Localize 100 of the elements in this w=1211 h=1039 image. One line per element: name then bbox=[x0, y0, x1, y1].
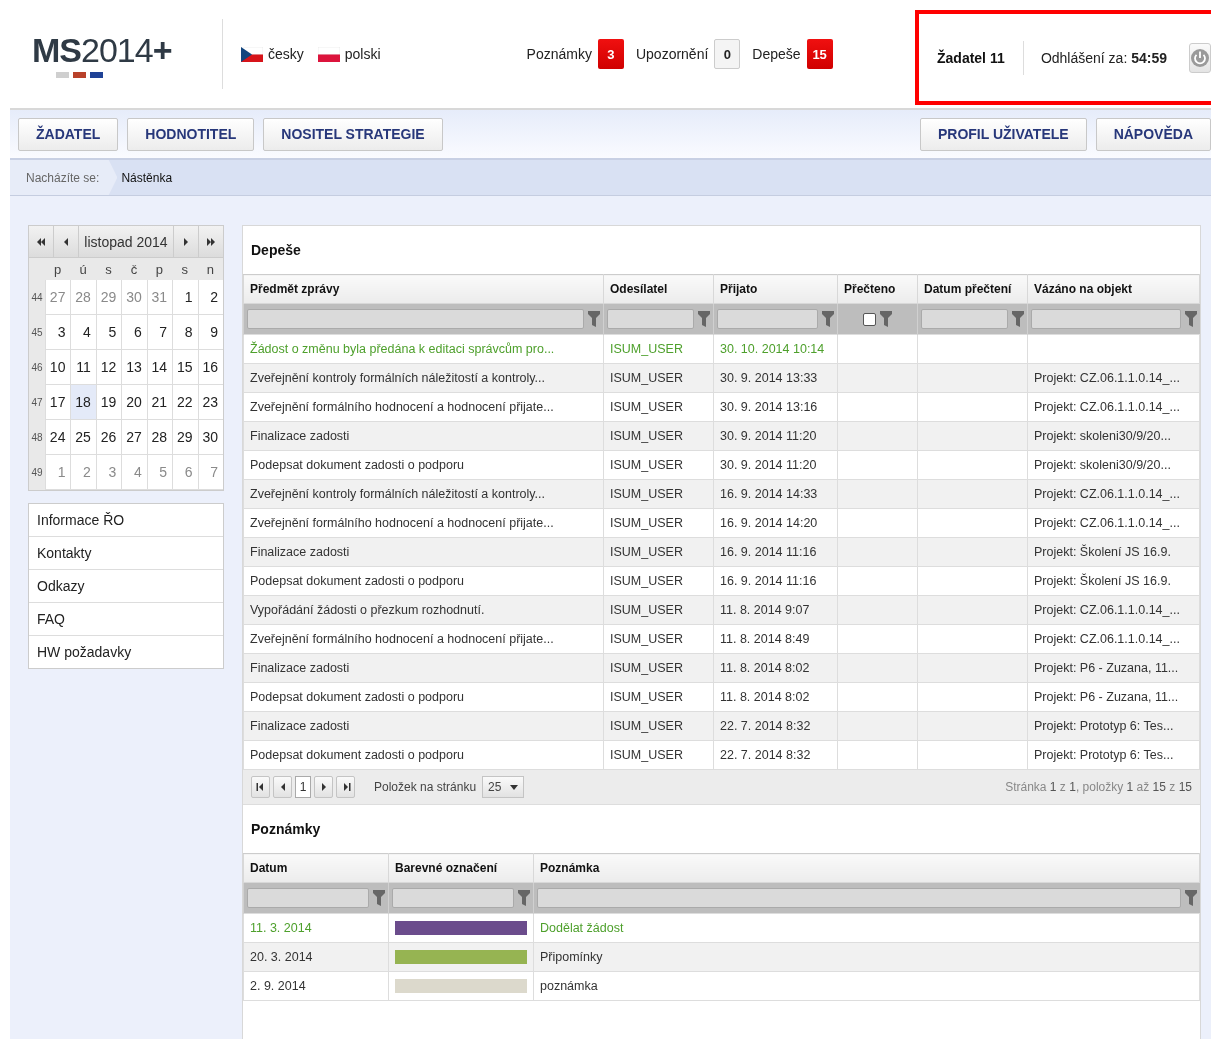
calendar-day[interactable]: 16 bbox=[197, 350, 223, 385]
table-cell: Vypořádání žádosti o přezkum rozhodnutí. bbox=[243, 595, 604, 625]
calendar-day[interactable]: 8 bbox=[172, 315, 198, 350]
filter-field[interactable] bbox=[921, 309, 1008, 329]
nav-button[interactable]: NOSITEL STRATEGIE bbox=[263, 117, 443, 151]
calendar-day[interactable]: 2 bbox=[70, 455, 96, 490]
calendar-day[interactable]: 15 bbox=[172, 350, 198, 385]
first-page-button[interactable] bbox=[251, 776, 270, 798]
calendar-day[interactable]: 22 bbox=[172, 385, 198, 420]
counter-label: Depeše bbox=[752, 46, 801, 62]
calendar-day[interactable]: 7 bbox=[146, 315, 173, 350]
table-cell: Zveřejnění kontroly formálních náležitostí a kontroly... bbox=[243, 479, 604, 509]
filter-icon[interactable] bbox=[880, 311, 892, 327]
calendar-day[interactable]: 10 bbox=[45, 350, 71, 385]
next-page-button[interactable] bbox=[314, 776, 333, 798]
calendar-day[interactable]: 18 bbox=[70, 385, 96, 420]
calendar-day[interactable]: 30 bbox=[197, 420, 223, 455]
count-badge[interactable]: 0 bbox=[714, 39, 741, 69]
calendar-day[interactable]: 6 bbox=[121, 315, 147, 350]
calendar-day[interactable]: 26 bbox=[95, 420, 122, 455]
column-header[interactable]: Přečteno bbox=[837, 274, 918, 304]
calendar-day[interactable]: 13 bbox=[121, 350, 147, 385]
column-header[interactable]: Přijato bbox=[713, 274, 838, 304]
column-header[interactable]: Datum přečtení bbox=[917, 274, 1028, 304]
previous-page-button[interactable] bbox=[273, 776, 292, 798]
nav-button[interactable]: ŽADATEL bbox=[18, 117, 119, 151]
sidebar-link[interactable]: HW požadavky bbox=[29, 636, 223, 668]
filter-icon[interactable] bbox=[518, 890, 530, 906]
weekday-label: n bbox=[205, 260, 215, 279]
calendar-day[interactable]: 29 bbox=[95, 280, 122, 315]
filter-field[interactable] bbox=[247, 309, 584, 329]
calendar-day[interactable]: 9 bbox=[197, 315, 223, 350]
calendar-day[interactable]: 3 bbox=[45, 315, 71, 350]
filter-icon[interactable] bbox=[588, 311, 600, 327]
table-cell: Podepsat dokument zadosti o podporu bbox=[243, 682, 604, 712]
page-field[interactable]: 1 bbox=[295, 776, 311, 798]
calendar-day[interactable]: 3 bbox=[95, 455, 122, 490]
calendar-day[interactable]: 29 bbox=[172, 420, 198, 455]
calendar-day[interactable]: 20 bbox=[121, 385, 147, 420]
calendar-day[interactable]: 6 bbox=[172, 455, 198, 490]
calendar-day[interactable]: 28 bbox=[146, 420, 173, 455]
calendar-day[interactable]: 17 bbox=[45, 385, 71, 420]
filter-field[interactable] bbox=[717, 309, 818, 329]
weekday-label: s bbox=[180, 260, 190, 279]
filter-icon[interactable] bbox=[1184, 890, 1197, 906]
column-header[interactable]: Poznámka bbox=[533, 853, 1200, 883]
calendar-day[interactable]: 21 bbox=[146, 385, 173, 420]
calendar-day[interactable]: 30 bbox=[121, 280, 147, 315]
sidebar-link[interactable]: Informace ŘO bbox=[29, 504, 223, 537]
logout-button[interactable] bbox=[1189, 42, 1211, 73]
calendar-day[interactable]: 5 bbox=[146, 455, 173, 490]
checkbox[interactable] bbox=[863, 312, 876, 326]
calendar-day[interactable]: 24 bbox=[45, 420, 71, 455]
column-header[interactable]: Barevné označení bbox=[388, 853, 534, 883]
column-header[interactable]: Vázáno na objekt bbox=[1027, 274, 1200, 304]
table-cell: Podepsat dokument zadosti o podporu bbox=[243, 740, 604, 770]
count-badge[interactable]: 3 bbox=[597, 39, 624, 69]
calendar-day[interactable]: 4 bbox=[70, 315, 96, 350]
page-size-select[interactable]: 25 bbox=[482, 776, 525, 798]
sidebar-link[interactable]: Odkazy bbox=[29, 570, 223, 603]
table-cell: Zveřejnění kontroly formálních náležitostí a kontroly... bbox=[243, 363, 604, 393]
count-badge[interactable]: 15 bbox=[806, 39, 833, 69]
nav-button[interactable]: HODNOTITEL bbox=[127, 117, 255, 151]
calendar-day[interactable]: 23 bbox=[197, 385, 223, 420]
filter-icon[interactable] bbox=[698, 311, 710, 327]
nav-button[interactable]: NÁPOVĚDA bbox=[1095, 117, 1211, 151]
filter-field[interactable] bbox=[247, 888, 369, 908]
column-header[interactable]: Odesílatel bbox=[603, 274, 714, 304]
filter-field[interactable] bbox=[392, 888, 514, 908]
filter-field[interactable] bbox=[1031, 309, 1181, 329]
column-header[interactable]: Datum bbox=[243, 853, 389, 883]
filter-field[interactable] bbox=[537, 888, 1181, 908]
last-page-button[interactable] bbox=[336, 776, 355, 798]
filter-icon[interactable] bbox=[1184, 311, 1197, 327]
calendar-day[interactable]: 5 bbox=[95, 315, 122, 350]
calendar-day[interactable]: 25 bbox=[70, 420, 96, 455]
breadcrumb-item[interactable]: Nástěnka bbox=[121, 170, 173, 185]
language-link[interactable]: polski bbox=[317, 46, 381, 62]
table-cell: 11. 8. 2014 9:07 bbox=[713, 595, 838, 625]
sidebar-link[interactable]: Kontakty bbox=[29, 537, 223, 570]
calendar-day[interactable]: 11 bbox=[70, 350, 96, 385]
table-cell: Projekt: CZ.06.1.1.0.14_... bbox=[1027, 508, 1200, 538]
table-cell: Projekt: Školení JS 16.9. bbox=[1027, 566, 1200, 596]
calendar-day[interactable]: 1 bbox=[172, 280, 198, 315]
language-link[interactable]: česky bbox=[241, 46, 304, 62]
sidebar-link[interactable]: FAQ bbox=[29, 603, 223, 636]
filter-icon[interactable] bbox=[822, 311, 834, 327]
filter-field[interactable] bbox=[607, 309, 694, 329]
filter-icon[interactable] bbox=[1012, 311, 1024, 327]
filter-icon[interactable] bbox=[373, 890, 385, 906]
calendar-day[interactable]: 2 bbox=[197, 280, 223, 315]
calendar-day[interactable]: 27 bbox=[121, 420, 147, 455]
double-arrow-icon bbox=[35, 236, 47, 247]
nav-button[interactable]: PROFIL UŽIVATELE bbox=[919, 117, 1087, 151]
calendar-day[interactable]: 12 bbox=[95, 350, 122, 385]
calendar-day[interactable]: 14 bbox=[146, 350, 173, 385]
calendar-day[interactable]: 28 bbox=[70, 280, 96, 315]
calendar-day[interactable]: 19 bbox=[95, 385, 122, 420]
column-header[interactable]: Předmět zprávy bbox=[243, 274, 604, 304]
calendar-day[interactable]: 27 bbox=[45, 280, 71, 315]
